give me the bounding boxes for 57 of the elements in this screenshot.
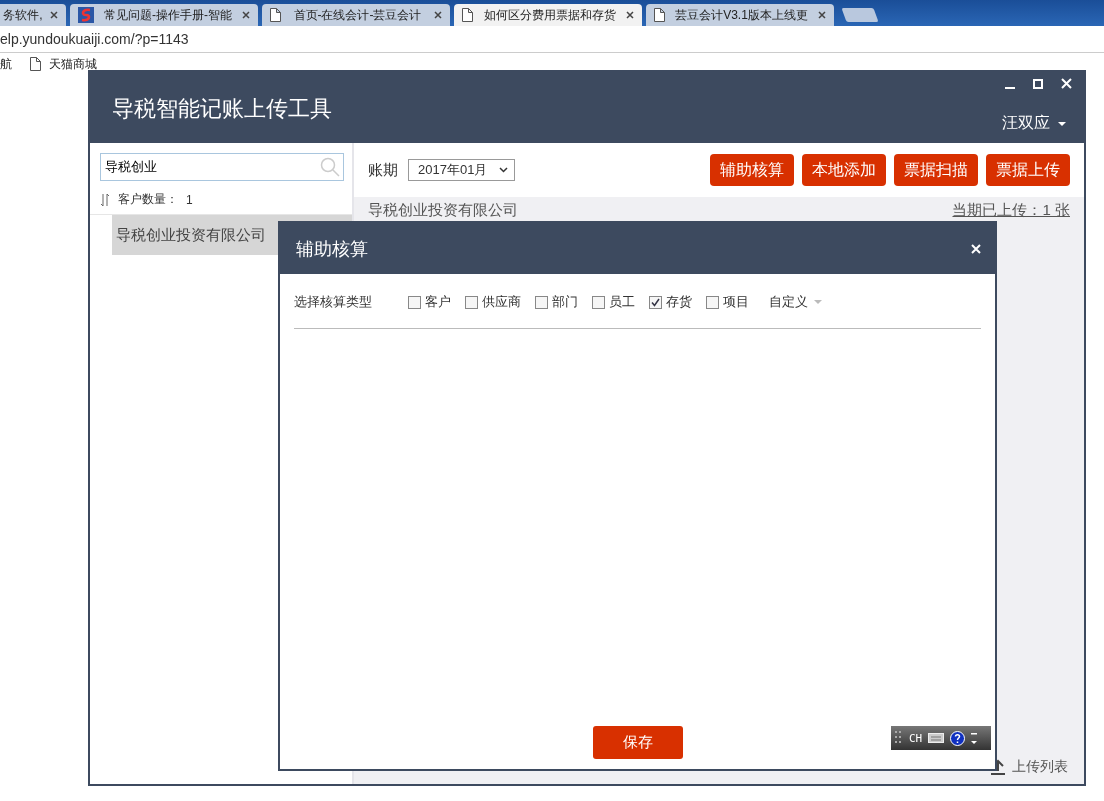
page-icon: [654, 8, 665, 22]
page-icon: [270, 8, 281, 22]
customer-count: 1: [186, 192, 193, 207]
period-label: 账期: [368, 160, 398, 180]
browser-tab[interactable]: 首页-在线会计-芸豆会计: [262, 4, 450, 26]
browser-tab[interactable]: 常见问题-操作手册-智能: [70, 4, 258, 26]
close-icon[interactable]: [818, 11, 826, 19]
address-bar[interactable]: elp.yundoukuaiji.com/?p=1143: [0, 31, 189, 47]
checkbox-label[interactable]: 存货: [666, 293, 692, 311]
period-select[interactable]: 2017年01月: [408, 159, 516, 181]
site-logo-icon: [78, 7, 94, 23]
page-icon: [462, 8, 473, 22]
checkbox-label[interactable]: 客户: [425, 293, 451, 311]
checkbox[interactable]: [408, 295, 421, 309]
checkbox-label[interactable]: 供应商: [482, 293, 521, 311]
upload-list-link[interactable]: 上传列表: [1012, 758, 1068, 776]
checkbox-label[interactable]: 项目: [723, 293, 749, 311]
help-icon[interactable]: [950, 730, 966, 746]
checkbox-label[interactable]: 部门: [552, 293, 578, 311]
checkbox[interactable]: [465, 295, 478, 309]
close-icon[interactable]: [434, 11, 442, 19]
action-button[interactable]: 票据上传: [986, 154, 1070, 186]
save-button[interactable]: 保存: [592, 726, 683, 759]
action-button[interactable]: 票据扫描: [894, 154, 978, 186]
type-label: 选择核算类型: [294, 293, 372, 311]
sort-icon[interactable]: [100, 192, 110, 207]
browser-tab[interactable]: 如何区分费用票据和存货: [454, 4, 642, 26]
checkbox[interactable]: [706, 295, 719, 309]
action-button[interactable]: 本地添加: [802, 154, 886, 186]
close-icon[interactable]: [50, 11, 58, 19]
app-title: 导税智能记账上传工具: [112, 95, 332, 123]
bookmark-link[interactable]: 天猫商城: [49, 55, 97, 73]
browser-tab[interactable]: 务软件,: [0, 4, 66, 26]
close-icon[interactable]: [242, 11, 250, 19]
close-icon[interactable]: [626, 11, 634, 19]
page-icon: [30, 57, 41, 71]
customer-count-label: 客户数量：: [118, 191, 178, 208]
checkbox[interactable]: [535, 295, 548, 309]
browser-tab[interactable]: 芸豆会计V3.1版本上线更: [646, 4, 834, 26]
bookmark-link[interactable]: 航: [0, 55, 12, 73]
checkbox-label[interactable]: 员工: [609, 293, 635, 311]
chevron-icon: [499, 167, 509, 173]
maximize-icon[interactable]: [1033, 78, 1043, 89]
checkbox[interactable]: [592, 295, 605, 309]
search-field[interactable]: 导税创业: [100, 153, 344, 181]
uploaded-count-link[interactable]: 当期已上传：1 张: [952, 200, 1070, 220]
user-menu[interactable]: 汪双应: [996, 112, 1072, 135]
upload-icon[interactable]: [990, 759, 1006, 775]
company-name: 导税创业投资有限公司: [368, 200, 518, 220]
grip-icon[interactable]: [895, 730, 903, 746]
custom-dropdown[interactable]: 自定义: [763, 292, 828, 312]
keyboard-icon[interactable]: [928, 733, 945, 743]
ime-mode[interactable]: CH: [909, 731, 923, 745]
options-icon[interactable]: [971, 731, 978, 745]
checkbox[interactable]: [649, 295, 662, 309]
action-button[interactable]: 辅助核算: [710, 154, 794, 186]
new-tab-button[interactable]: [841, 8, 879, 22]
